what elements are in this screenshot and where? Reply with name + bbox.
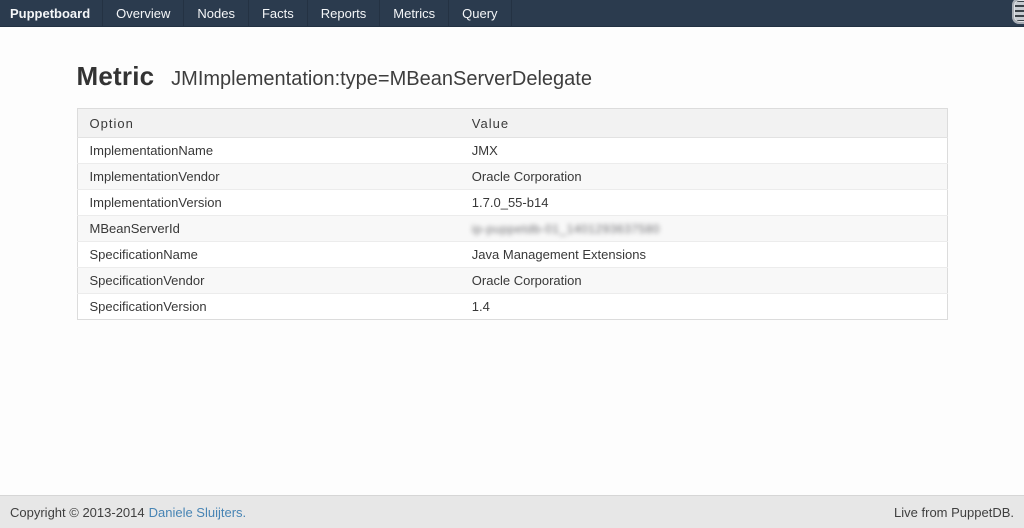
nav-item-query[interactable]: Query — [449, 0, 511, 26]
value-cell: Oracle Corporation — [460, 164, 947, 190]
value-cell: JMX — [460, 138, 947, 164]
nav-item-nodes[interactable]: Nodes — [184, 0, 249, 26]
table-row: ImplementationVendorOracle Corporation — [77, 164, 947, 190]
option-cell: SpecificationVersion — [77, 294, 460, 320]
footer-copyright: Copyright © 2013-2014 Daniele Sluijters. — [10, 505, 246, 520]
value-cell: ip-puppetdb-01_1401293637580 — [460, 216, 947, 242]
nav-item-reports[interactable]: Reports — [308, 0, 381, 26]
nav-item-facts[interactable]: Facts — [249, 0, 308, 26]
page-title-metric-name: JMImplementation:type=MBeanServerDelegat… — [171, 68, 592, 90]
scrollbar-thumb[interactable] — [1012, 0, 1024, 24]
footer-status: Live from PuppetDB. — [894, 505, 1014, 520]
option-cell: SpecificationName — [77, 242, 460, 268]
value-cell: Oracle Corporation — [460, 268, 947, 294]
table-row: SpecificationVersion1.4 — [77, 294, 947, 320]
copyright-text: Copyright © 2013-2014 — [10, 505, 145, 520]
puppetboard-app: Puppetboard Overview Nodes Facts Reports… — [0, 0, 1024, 528]
value-cell: 1.4 — [460, 294, 947, 320]
top-navbar: Puppetboard Overview Nodes Facts Reports… — [0, 0, 1024, 27]
metric-table: Option Value ImplementationNameJMXImplem… — [77, 108, 948, 320]
table-row: SpecificationVendorOracle Corporation — [77, 268, 947, 294]
column-header-value: Value — [460, 109, 947, 138]
table-row: ImplementationNameJMX — [77, 138, 947, 164]
redacted-value: ip-puppetdb-01_1401293637580 — [472, 222, 660, 236]
nav-item-overview[interactable]: Overview — [103, 0, 184, 26]
option-cell: ImplementationVersion — [77, 190, 460, 216]
option-cell: ImplementationVendor — [77, 164, 460, 190]
option-cell: MBeanServerId — [77, 216, 460, 242]
option-cell: ImplementationName — [77, 138, 460, 164]
column-header-option: Option — [77, 109, 460, 138]
table-row: ImplementationVersion1.7.0_55-b14 — [77, 190, 947, 216]
table-header-row: Option Value — [77, 109, 947, 138]
nav-brand-puppetboard[interactable]: Puppetboard — [0, 0, 103, 26]
table-row: SpecificationNameJava Management Extensi… — [77, 242, 947, 268]
main-content: Metric JMImplementation:type=MBeanServer… — [0, 27, 1024, 495]
value-cell: Java Management Extensions — [460, 242, 947, 268]
page-title-main: Metric — [77, 61, 155, 91]
table-row: MBeanServerId ip-puppetdb-01_140129363758… — [77, 216, 947, 242]
metric-table-body: ImplementationNameJMXImplementationVendo… — [77, 138, 947, 320]
option-cell: SpecificationVendor — [77, 268, 460, 294]
nav-item-metrics[interactable]: Metrics — [380, 0, 449, 26]
page-title: Metric JMImplementation:type=MBeanServer… — [77, 57, 948, 92]
author-link[interactable]: Daniele Sluijters. — [149, 505, 247, 520]
value-cell: 1.7.0_55-b14 — [460, 190, 947, 216]
footer: Copyright © 2013-2014Daniele Sluijters. … — [0, 495, 1024, 528]
